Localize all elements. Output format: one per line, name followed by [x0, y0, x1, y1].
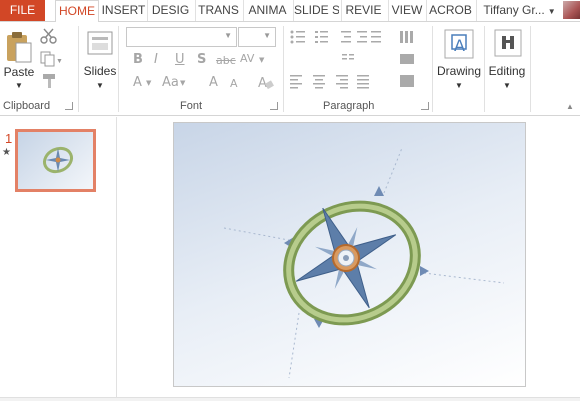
paragraph-group-label: Paragraph	[323, 100, 375, 112]
strikethrough-button[interactable]: abc	[216, 54, 236, 67]
group-divider	[78, 26, 79, 112]
group-divider	[283, 26, 284, 112]
chevron-down-icon: ▼	[15, 81, 23, 90]
chevron-down-icon: ▼	[503, 81, 511, 90]
editing-label: Editing	[488, 64, 526, 78]
clipboard-launcher-icon[interactable]	[65, 102, 73, 110]
slides-button[interactable]: Slides ▼	[82, 28, 118, 94]
group-divider	[484, 26, 485, 112]
italic-button[interactable]: I	[154, 52, 158, 67]
change-case-button[interactable]: Aa	[162, 75, 179, 90]
clear-formatting-icon[interactable]: A	[257, 74, 275, 91]
slide-canvas[interactable]	[173, 122, 526, 387]
grow-font-button[interactable]: A	[209, 75, 218, 90]
editing-button[interactable]: Editing ▼	[486, 28, 528, 98]
drawing-label: Drawing	[436, 64, 481, 78]
chevron-down-icon: ▼	[146, 79, 152, 87]
slide-thumbnail[interactable]	[15, 129, 96, 192]
tab-design[interactable]: DESIG	[147, 0, 193, 21]
character-spacing-button[interactable]: AV	[240, 52, 254, 65]
ribbon-home: Paste ▼ ▼ Clipboard Slides ▼ ▼ ▼ B I U S…	[0, 21, 580, 116]
format-painter-icon[interactable]	[40, 73, 58, 89]
font-family-select[interactable]: ▼	[126, 27, 237, 47]
chevron-down-icon: ▼	[180, 79, 186, 87]
chevron-down-icon: ▼	[263, 31, 271, 40]
paragraph-launcher-icon[interactable]	[421, 102, 429, 110]
paste-icon	[7, 32, 32, 63]
group-divider	[118, 26, 119, 112]
copy-icon[interactable]: ▼	[40, 51, 62, 67]
cut-icon[interactable]	[40, 28, 58, 44]
chevron-down-icon: ▼	[547, 7, 556, 16]
compass-image	[223, 147, 505, 379]
animation-star-icon: ★	[2, 147, 11, 158]
user-account-menu[interactable]: Tiffany Gr... ▼	[476, 0, 562, 21]
binoculars-icon	[494, 29, 522, 57]
tab-slide-show[interactable]: SLIDE S	[293, 0, 339, 21]
tab-insert[interactable]: INSERT	[101, 0, 146, 21]
drawing-button[interactable]: A Drawing ▼	[436, 28, 482, 98]
bold-button[interactable]: B	[133, 52, 143, 67]
user-name: Tiffany Gr...	[483, 3, 545, 17]
paste-button[interactable]: Paste ▼	[2, 28, 36, 94]
chevron-down-icon: ▼	[96, 81, 104, 90]
new-slide-icon	[87, 31, 113, 55]
slide-number: 1	[5, 131, 13, 146]
group-divider	[432, 26, 433, 112]
tab-home[interactable]: HOME	[55, 0, 99, 22]
group-divider	[530, 26, 531, 112]
tab-acrobat[interactable]: ACROB	[426, 0, 474, 21]
shapes-icon: A	[444, 29, 474, 59]
font-size-select[interactable]: ▼	[238, 27, 276, 47]
tab-review[interactable]: REVIE	[341, 0, 385, 21]
text-shadow-button[interactable]: S	[197, 52, 206, 67]
tab-view[interactable]: VIEW	[388, 0, 425, 21]
svg-text:▼: ▼	[56, 58, 62, 65]
font-color-button[interactable]: A	[133, 75, 142, 90]
tab-transitions[interactable]: TRANS	[195, 0, 241, 21]
avatar[interactable]	[563, 1, 580, 19]
chevron-down-icon: ▼	[455, 81, 463, 90]
font-group-label: Font	[180, 100, 203, 112]
tab-animations[interactable]: ANIMA	[243, 0, 291, 21]
collapse-ribbon-icon[interactable]: ▲	[566, 102, 574, 111]
chevron-down-icon: ▼	[259, 56, 265, 64]
tab-file[interactable]: FILE	[0, 0, 45, 21]
underline-button[interactable]: U	[175, 52, 185, 67]
paste-label: Paste	[3, 65, 35, 79]
compass-thumbnail-image	[42, 146, 74, 174]
status-bar-edge	[0, 397, 580, 401]
font-launcher-icon[interactable]	[270, 102, 278, 110]
svg-text:A: A	[454, 36, 465, 55]
paragraph-controls	[290, 30, 414, 89]
ribbon-tab-bar: FILE HOME INSERT DESIG TRANS ANIMA SLIDE…	[0, 0, 580, 22]
slides-label: Slides	[83, 64, 117, 78]
shrink-font-icon[interactable]: A	[230, 77, 238, 90]
clipboard-group-label: Clipboard	[3, 100, 51, 112]
chevron-down-icon: ▼	[224, 31, 232, 40]
